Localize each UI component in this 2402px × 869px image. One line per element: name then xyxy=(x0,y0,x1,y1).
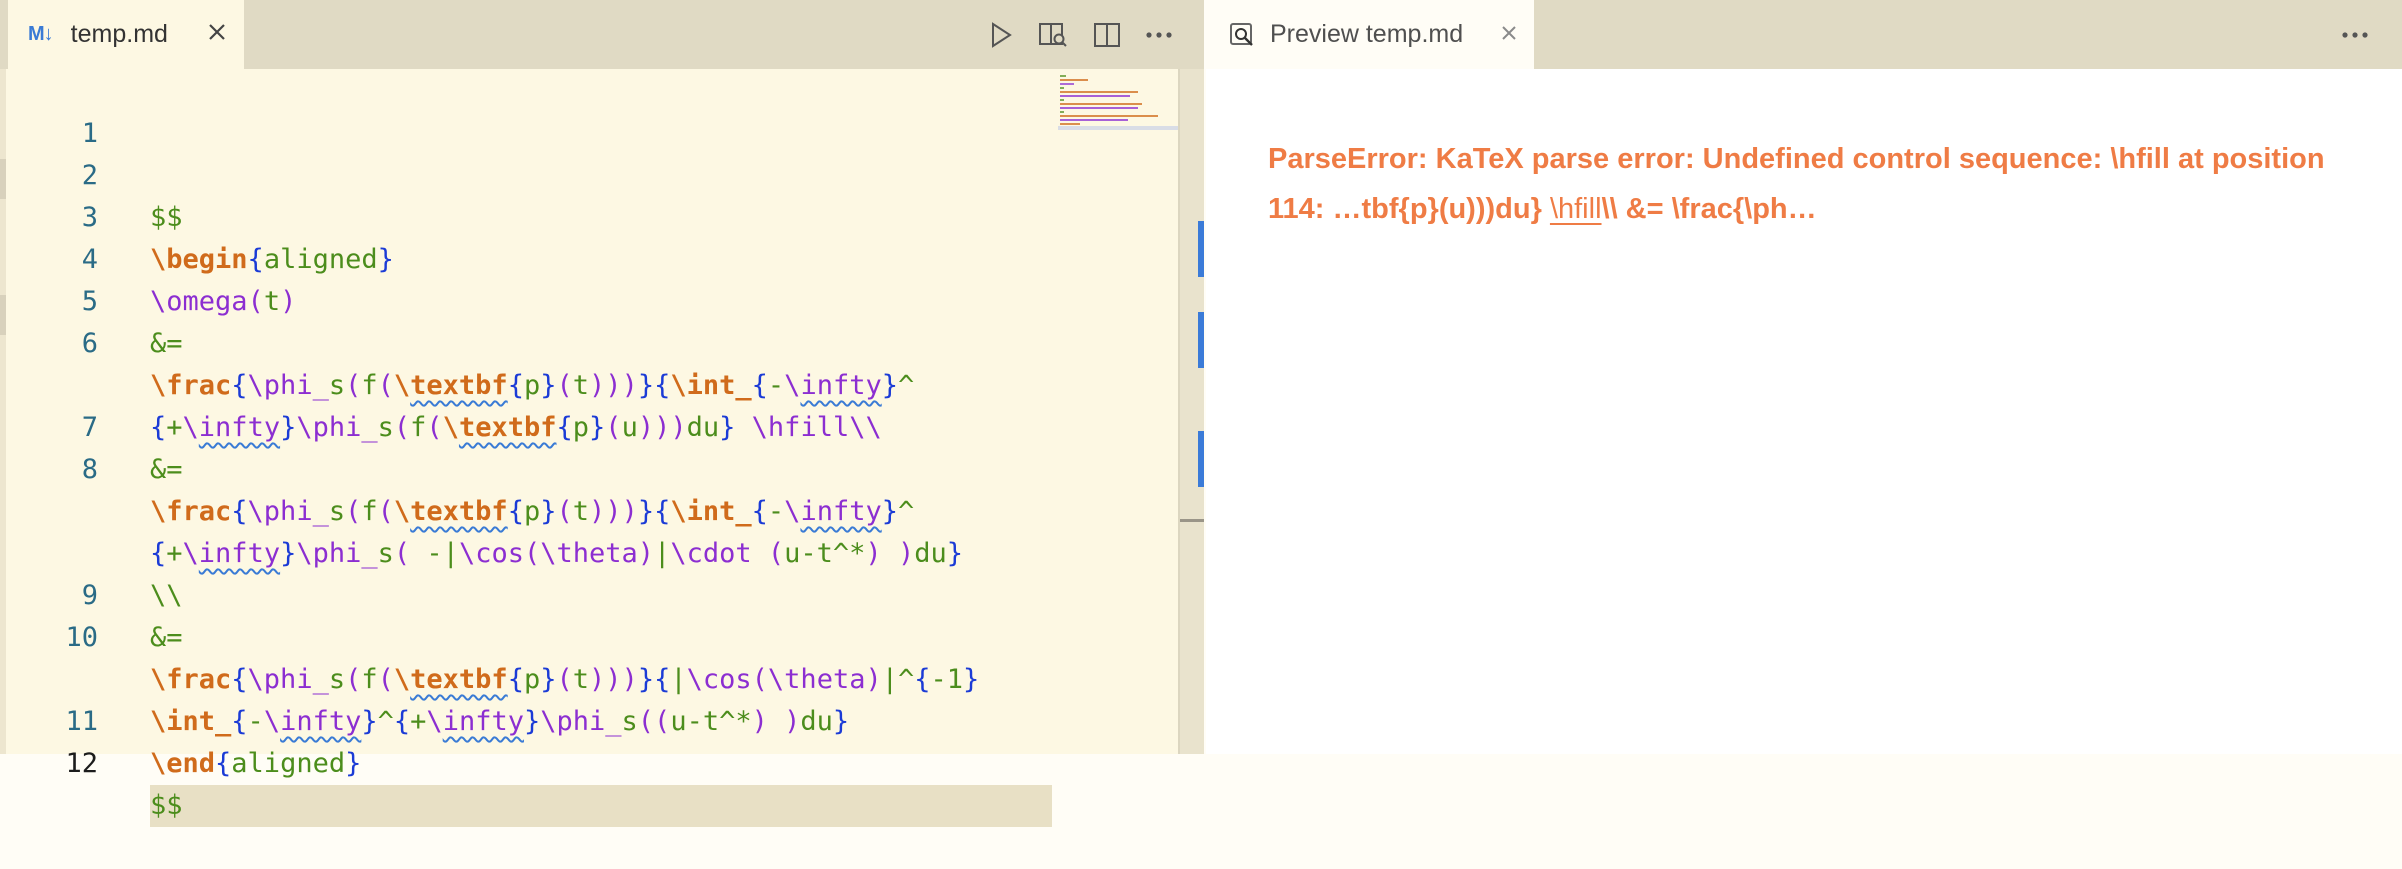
code-line: 9 &= xyxy=(0,533,1060,653)
preview-icon xyxy=(1228,21,1256,49)
code-line: 2 $$ xyxy=(0,113,1060,233)
run-icon[interactable] xyxy=(984,18,1018,52)
code-line: 5 &= xyxy=(0,239,1060,359)
more-actions-icon[interactable] xyxy=(2338,18,2372,52)
code-line-current: 12 $$ xyxy=(0,701,1060,827)
markdown-icon: M↓ xyxy=(28,23,54,45)
scrollbar-thumb[interactable] xyxy=(1180,519,1204,522)
code-editor[interactable]: 1 2 $$ 3 \begin{aligned} 4 \omega(t) 5 &… xyxy=(0,69,1180,827)
code-line: 3 \begin{aligned} xyxy=(0,155,1060,275)
minimap[interactable] xyxy=(1058,72,1178,132)
code-line: 10 \frac{\phi_s(f(\textbf{p}(t)))}{|\cos… xyxy=(0,575,1060,695)
error-suffix: \\ &= \frac{\ph… xyxy=(1601,193,1817,225)
scrollbar-marker xyxy=(1198,221,1204,277)
error-token: \hfill xyxy=(1549,193,1602,225)
line-content: \end{aligned} xyxy=(150,748,362,779)
split-editor-icon[interactable] xyxy=(1090,18,1124,52)
code-line-wrapped: \\ xyxy=(0,491,1060,611)
editor-tab-bar: M↓ temp.md xyxy=(0,0,1204,69)
code-line-wrapped: {+\infty}\phi_s( -|\cos(\theta)|\cdot (u… xyxy=(0,449,1060,569)
tab-label: temp.md xyxy=(70,20,168,48)
code-line: 11 \end{aligned} xyxy=(0,659,1060,779)
preview-tab-bar: Preview temp.md xyxy=(1206,0,2402,69)
tab-temp-md[interactable]: M↓ temp.md xyxy=(8,0,244,69)
code-line: 1 xyxy=(0,71,1060,149)
code-line: 7 &= xyxy=(0,365,1060,485)
line-number: 12 xyxy=(65,748,98,779)
editor-pane: M↓ temp.md 1 2 $$ 3 \begin{aligned} 4 \o… xyxy=(0,0,1204,827)
code-line: 6 \frac{\phi_s(f(\textbf{p}(t)))}{\int_{… xyxy=(0,281,1060,401)
minimap-viewport[interactable] xyxy=(1058,126,1178,130)
close-icon[interactable] xyxy=(202,17,232,47)
open-preview-icon[interactable] xyxy=(1036,18,1070,52)
more-actions-icon[interactable] xyxy=(1142,18,1176,52)
scrollbar-marker xyxy=(1198,431,1204,487)
code-line: 4 \omega(t) xyxy=(0,197,1060,317)
line-content: $$ xyxy=(150,785,1052,827)
close-icon[interactable] xyxy=(1494,18,1524,48)
tab-preview-temp-md[interactable]: Preview temp.md xyxy=(1206,0,1534,69)
preview-pane: Preview temp.md ParseError: KaTeX parse … xyxy=(1206,0,2402,754)
vertical-scrollbar[interactable] xyxy=(1180,69,1204,754)
code-line-wrapped: \int_{-\infty}^{+\infty}\phi_s((u-t^*) )… xyxy=(0,617,1060,737)
code-line: 8 \frac{\phi_s(f(\textbf{p}(t)))}{\int_{… xyxy=(0,407,1060,527)
scrollbar-marker xyxy=(1198,312,1204,368)
preview-tab-label: Preview temp.md xyxy=(1270,20,1464,48)
code-line-wrapped: {+\infty}\phi_s(f(\textbf{p}(u)))du} \hf… xyxy=(0,323,1060,443)
katex-error-message: ParseError: KaTeX parse error: Undefined… xyxy=(1268,134,2328,234)
